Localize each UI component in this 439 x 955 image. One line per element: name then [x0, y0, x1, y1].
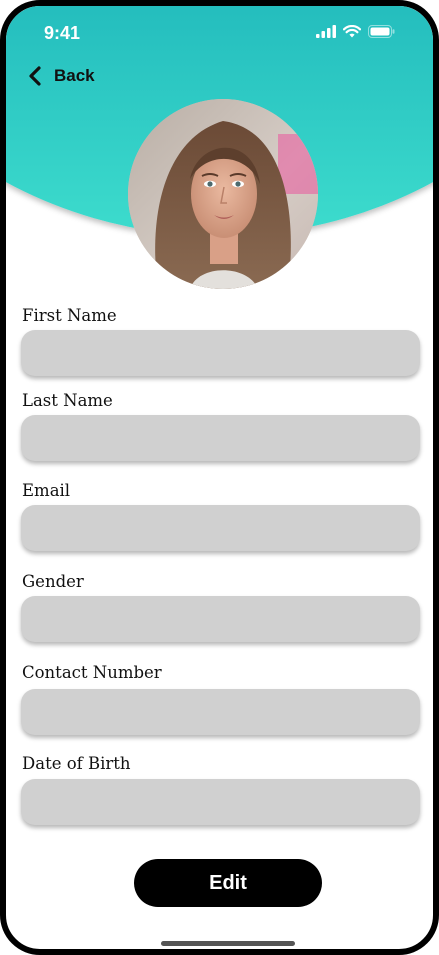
profile-photo [128, 99, 318, 289]
status-bar: 9:41 [6, 6, 433, 56]
back-label: Back [54, 66, 95, 85]
status-time: 9:41 [44, 23, 81, 43]
email-input[interactable] [21, 505, 420, 551]
date-of-birth-input[interactable] [21, 779, 420, 825]
chevron-left-icon [29, 66, 41, 86]
cellular-signal-icon [316, 25, 336, 38]
contact-number-label: Contact Number [22, 663, 162, 682]
edit-button[interactable]: Edit [134, 859, 322, 907]
back-button[interactable]: Back [28, 66, 95, 86]
battery-icon [368, 25, 395, 38]
status-icons [316, 25, 395, 38]
phone-frame: 9:41 Back First Name Last Name Email Gen… [0, 0, 439, 955]
last-name-label: Last Name [22, 391, 113, 410]
date-of-birth-label: Date of Birth [22, 754, 131, 773]
first-name-input[interactable] [21, 330, 420, 376]
gender-label: Gender [22, 572, 84, 591]
gender-input[interactable] [21, 596, 420, 642]
email-label: Email [22, 481, 71, 500]
wifi-icon [343, 25, 361, 38]
home-indicator [161, 941, 295, 946]
first-name-label: First Name [22, 306, 117, 325]
last-name-input[interactable] [21, 415, 420, 461]
contact-number-input[interactable] [21, 689, 420, 735]
